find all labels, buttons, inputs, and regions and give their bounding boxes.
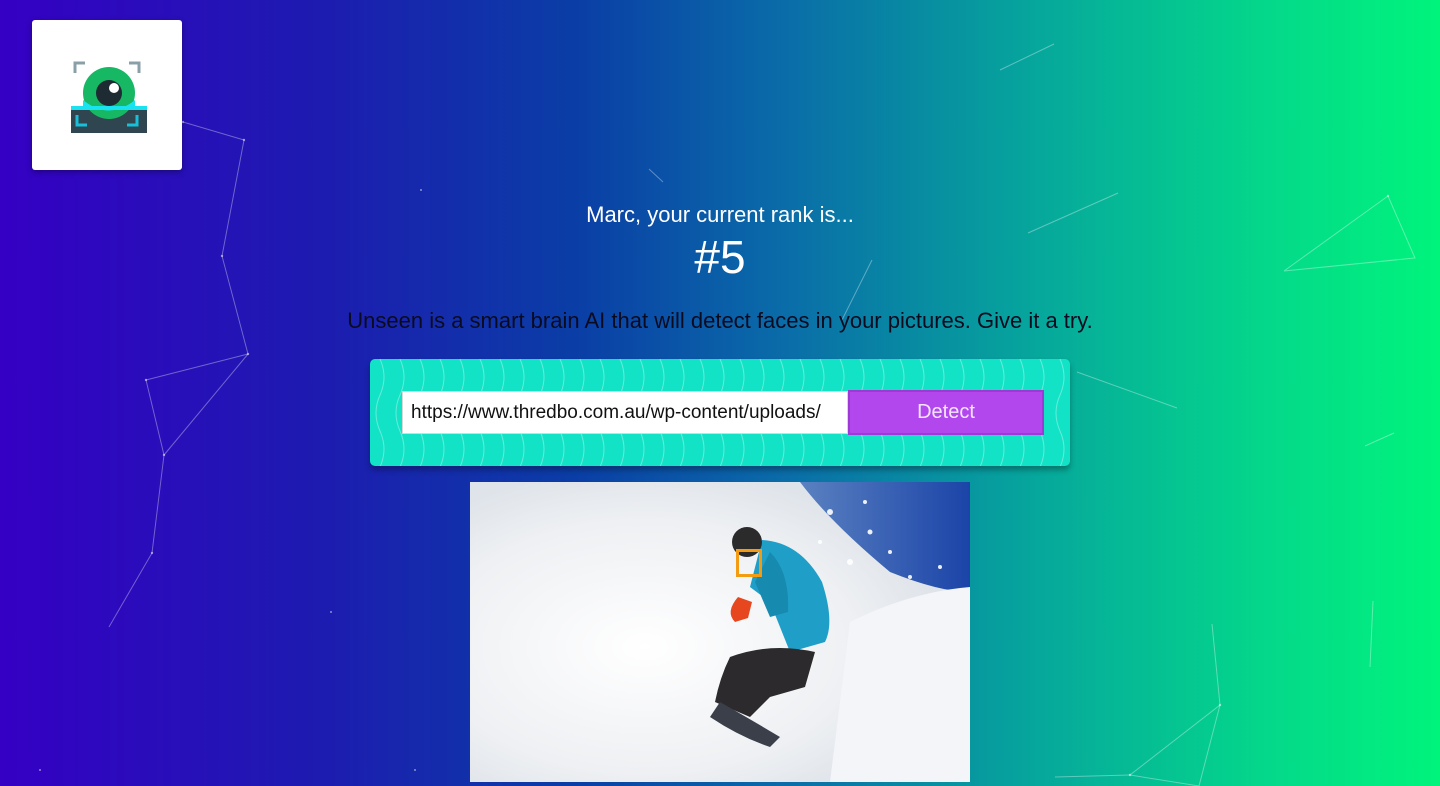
eye-scanner-icon [71, 61, 147, 133]
rank-value: #5 [694, 231, 746, 283]
greeting-text: Marc, your current rank is... [586, 202, 854, 227]
face-detection-box [736, 549, 762, 577]
result-image [470, 482, 970, 782]
snowboarder-photo [470, 482, 970, 782]
detect-form-panel: Detect [370, 359, 1070, 466]
tagline-text: Unseen is a smart brain AI that will det… [347, 308, 1093, 333]
detect-button[interactable]: Detect [848, 390, 1044, 435]
image-url-input[interactable] [402, 391, 848, 434]
logo-card[interactable] [32, 20, 182, 170]
